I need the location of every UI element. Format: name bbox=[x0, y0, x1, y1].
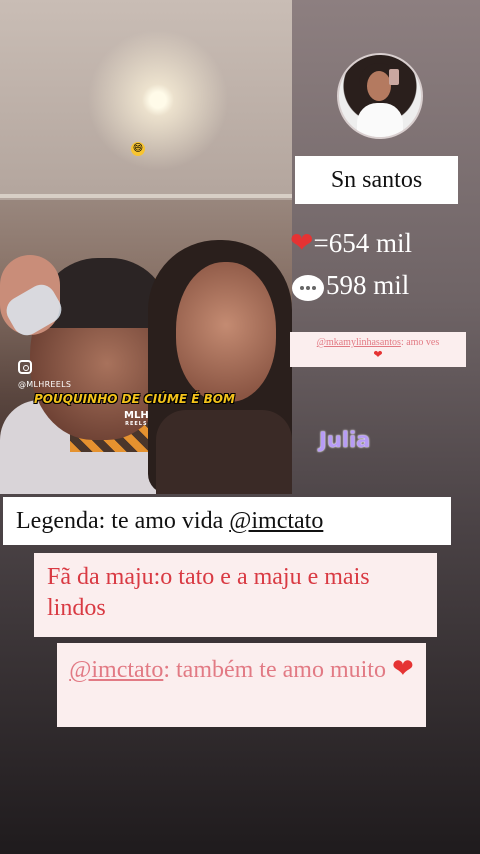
heart-icon: ❤ bbox=[391, 654, 414, 684]
small-comment-handle[interactable]: @mkamylinhasantos bbox=[317, 337, 401, 348]
tag-label: Julia bbox=[319, 428, 371, 452]
fan-comment-text: Fã da maju:o tato e a maju e mais lindos bbox=[47, 564, 370, 621]
mlh-logo-text: MLH bbox=[124, 410, 149, 421]
watermark-handle: @MLHREELS bbox=[18, 380, 72, 389]
reply-text: : também te amo muito bbox=[163, 657, 386, 683]
likes-count: ❤=654 mil bbox=[290, 226, 412, 259]
comments-value: 598 mil bbox=[326, 270, 410, 300]
ceiling-light bbox=[0, 0, 292, 200]
instagram-watermark: @MLHREELS bbox=[18, 360, 71, 389]
person-right-body bbox=[156, 410, 292, 494]
legend-prefix: Legenda: te amo vida bbox=[16, 508, 230, 534]
wall-molding bbox=[0, 194, 292, 198]
heart-icon: ❤ bbox=[290, 226, 314, 259]
reply-handle[interactable]: @imctato bbox=[69, 657, 163, 683]
mlh-logo: MLH REELS bbox=[124, 411, 149, 429]
comments-count: 598 mil bbox=[292, 270, 409, 301]
instagram-icon bbox=[18, 360, 32, 374]
video-frame[interactable]: 😄 @MLHREELS POUQUINHO DE CIÚME É BOM MLH… bbox=[0, 0, 292, 494]
fan-comment: Fã da maju:o tato e a maju e mais lindos bbox=[34, 553, 437, 637]
mlh-logo-sub: REELS bbox=[125, 421, 148, 427]
small-comment[interactable]: @mkamylinhasantos: amo ves ❤ bbox=[290, 332, 466, 367]
small-comment-text: : amo ves bbox=[400, 337, 440, 348]
video-caption: POUQUINHO DE CIÚME É BOM bbox=[34, 392, 235, 406]
reply-comment: @imctato: também te amo muito ❤ bbox=[57, 643, 426, 727]
comment-bubble-icon bbox=[292, 274, 324, 301]
profile-name[interactable]: Sn santos bbox=[295, 156, 458, 204]
person-right-face bbox=[176, 262, 276, 402]
legend-caption: Legenda: te amo vida @imctato bbox=[3, 497, 451, 545]
emoji-sticker: 😄 bbox=[131, 142, 145, 156]
heart-icon: ❤ bbox=[373, 348, 383, 361]
legend-handle[interactable]: @imctato bbox=[229, 508, 323, 534]
likes-value: =654 mil bbox=[313, 228, 412, 258]
profile-avatar[interactable] bbox=[337, 53, 423, 139]
